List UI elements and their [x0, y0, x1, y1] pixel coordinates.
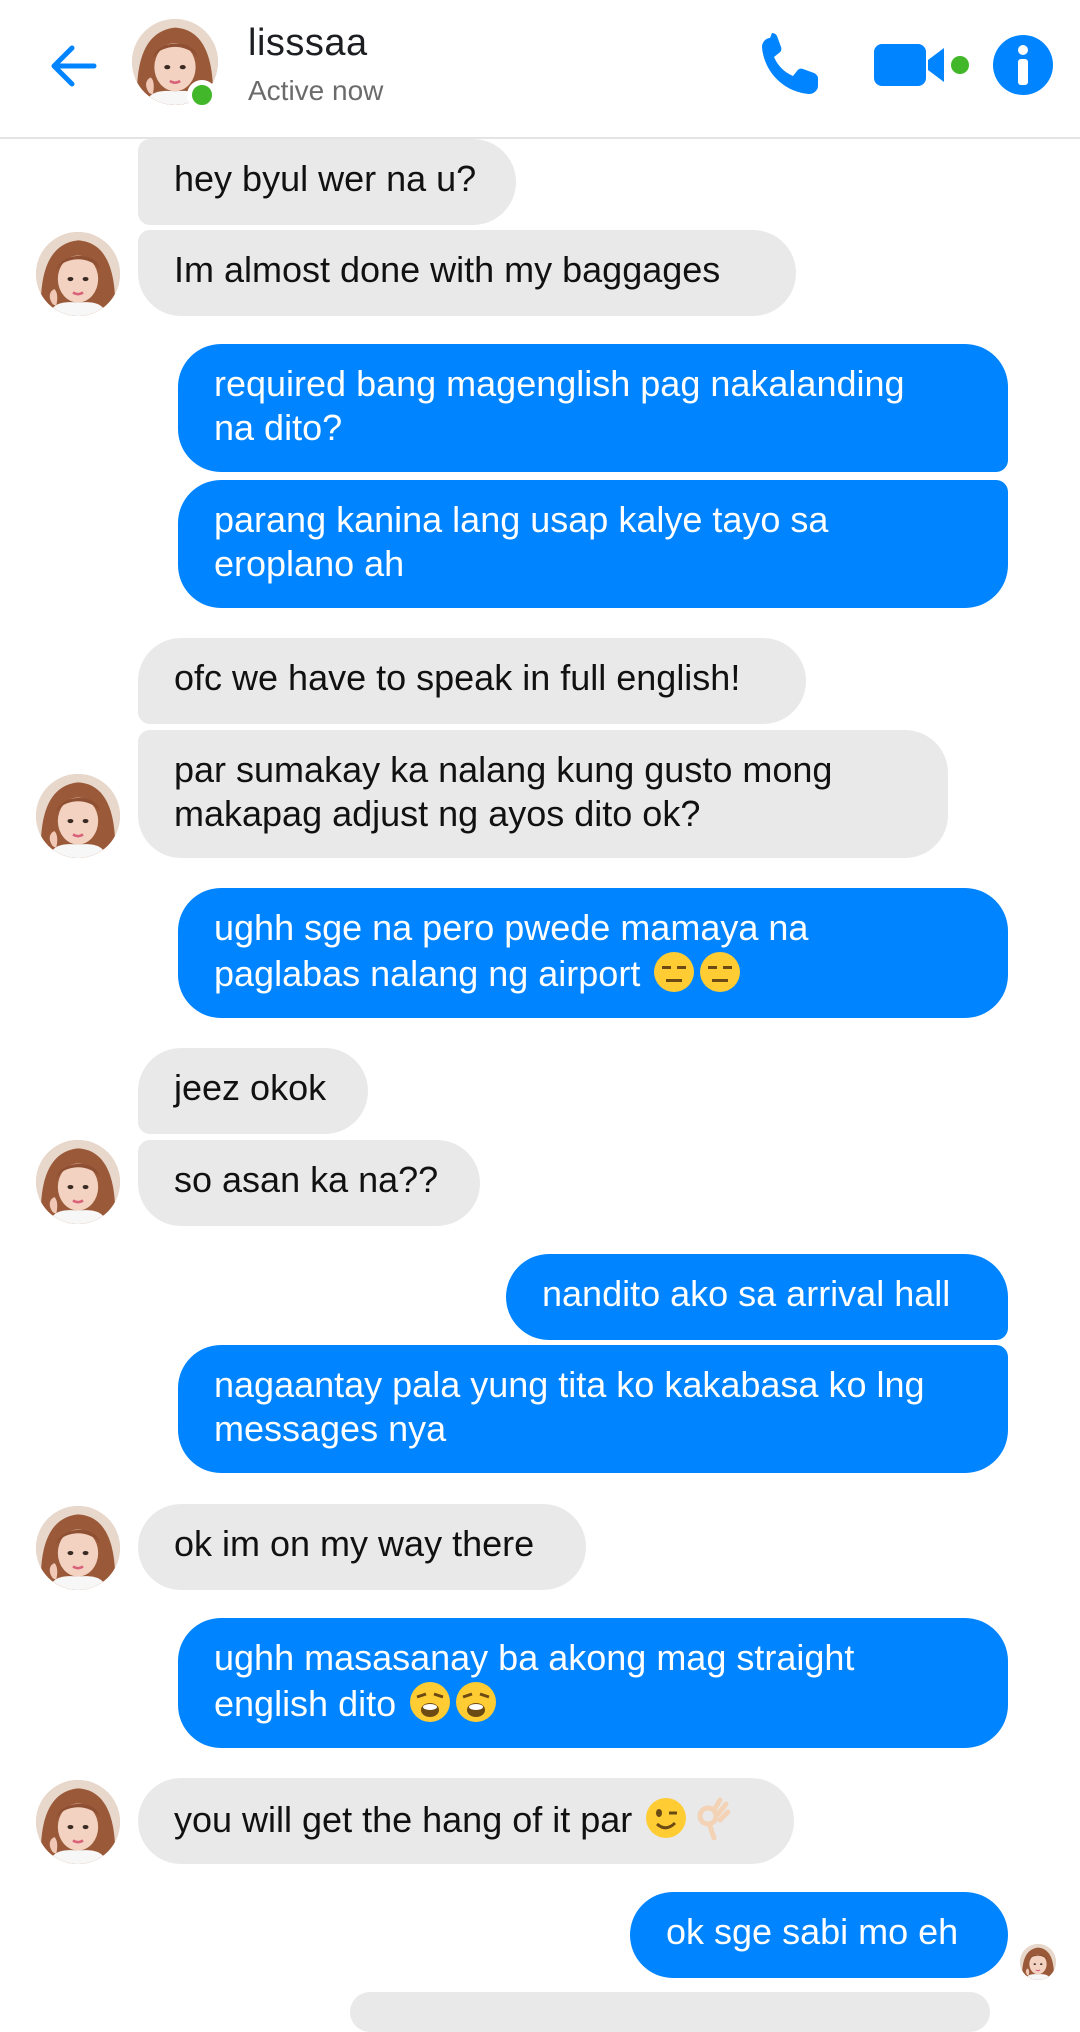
- outgoing-message[interactable]: ughh masasanay ba akong mag straight eng…: [178, 1618, 1008, 1748]
- incoming-message[interactable]: ok im on my way there: [138, 1504, 586, 1590]
- video-camera-icon[interactable]: [870, 30, 970, 100]
- info-icon[interactable]: [990, 30, 1056, 100]
- incoming-message[interactable]: you will get the hang of it par: [138, 1778, 794, 1864]
- ok-hand-icon: [697, 1797, 731, 1840]
- weary-face-icon: [410, 1682, 451, 1722]
- sender-avatar[interactable]: [36, 1780, 120, 1864]
- outgoing-message[interactable]: ughh sge na pero pwede mamaya na paglaba…: [178, 888, 1008, 1018]
- incoming-message[interactable]: so asan ka na??: [138, 1140, 480, 1226]
- incoming-message[interactable]: jeez okok: [138, 1048, 368, 1134]
- weary-face-icon: [456, 1682, 497, 1722]
- phone-icon[interactable]: [756, 30, 828, 100]
- online-status-dot: [187, 80, 217, 110]
- partial-message-bubble: [350, 1992, 990, 2032]
- sender-avatar[interactable]: [36, 774, 120, 858]
- outgoing-message[interactable]: nagaantay pala yung tita ko kakabasa ko …: [178, 1345, 1008, 1473]
- expressionless-face-icon: [654, 952, 695, 992]
- back-arrow-icon[interactable]: [44, 36, 104, 96]
- outgoing-message[interactable]: parang kanina lang usap kalye tayo sa er…: [178, 480, 1008, 608]
- read-receipt-avatar: [1020, 1944, 1056, 1980]
- expressionless-face-icon: [700, 952, 741, 992]
- incoming-message[interactable]: par sumakay ka nalang kung gusto mong ma…: [138, 730, 948, 858]
- outgoing-message[interactable]: ok sge sabi mo eh: [630, 1892, 1008, 1978]
- outgoing-message[interactable]: nandito ako sa arrival hall: [506, 1254, 1008, 1340]
- incoming-message[interactable]: hey byul wer na u?: [138, 139, 516, 225]
- outgoing-message[interactable]: required bang magenglish pag nakalanding…: [178, 344, 1008, 472]
- incoming-message[interactable]: ofc we have to speak in full english!: [138, 638, 806, 724]
- contact-status: Active now: [248, 75, 384, 106]
- chat-header: lisssaa Active now: [0, 0, 1080, 139]
- sender-avatar[interactable]: [36, 1140, 120, 1224]
- sender-avatar[interactable]: [36, 1506, 120, 1590]
- incoming-message[interactable]: Im almost done with my baggages: [138, 230, 796, 316]
- contact-name[interactable]: lisssaa: [248, 22, 368, 65]
- sender-avatar[interactable]: [36, 232, 120, 316]
- winking-face-icon: [646, 1798, 687, 1838]
